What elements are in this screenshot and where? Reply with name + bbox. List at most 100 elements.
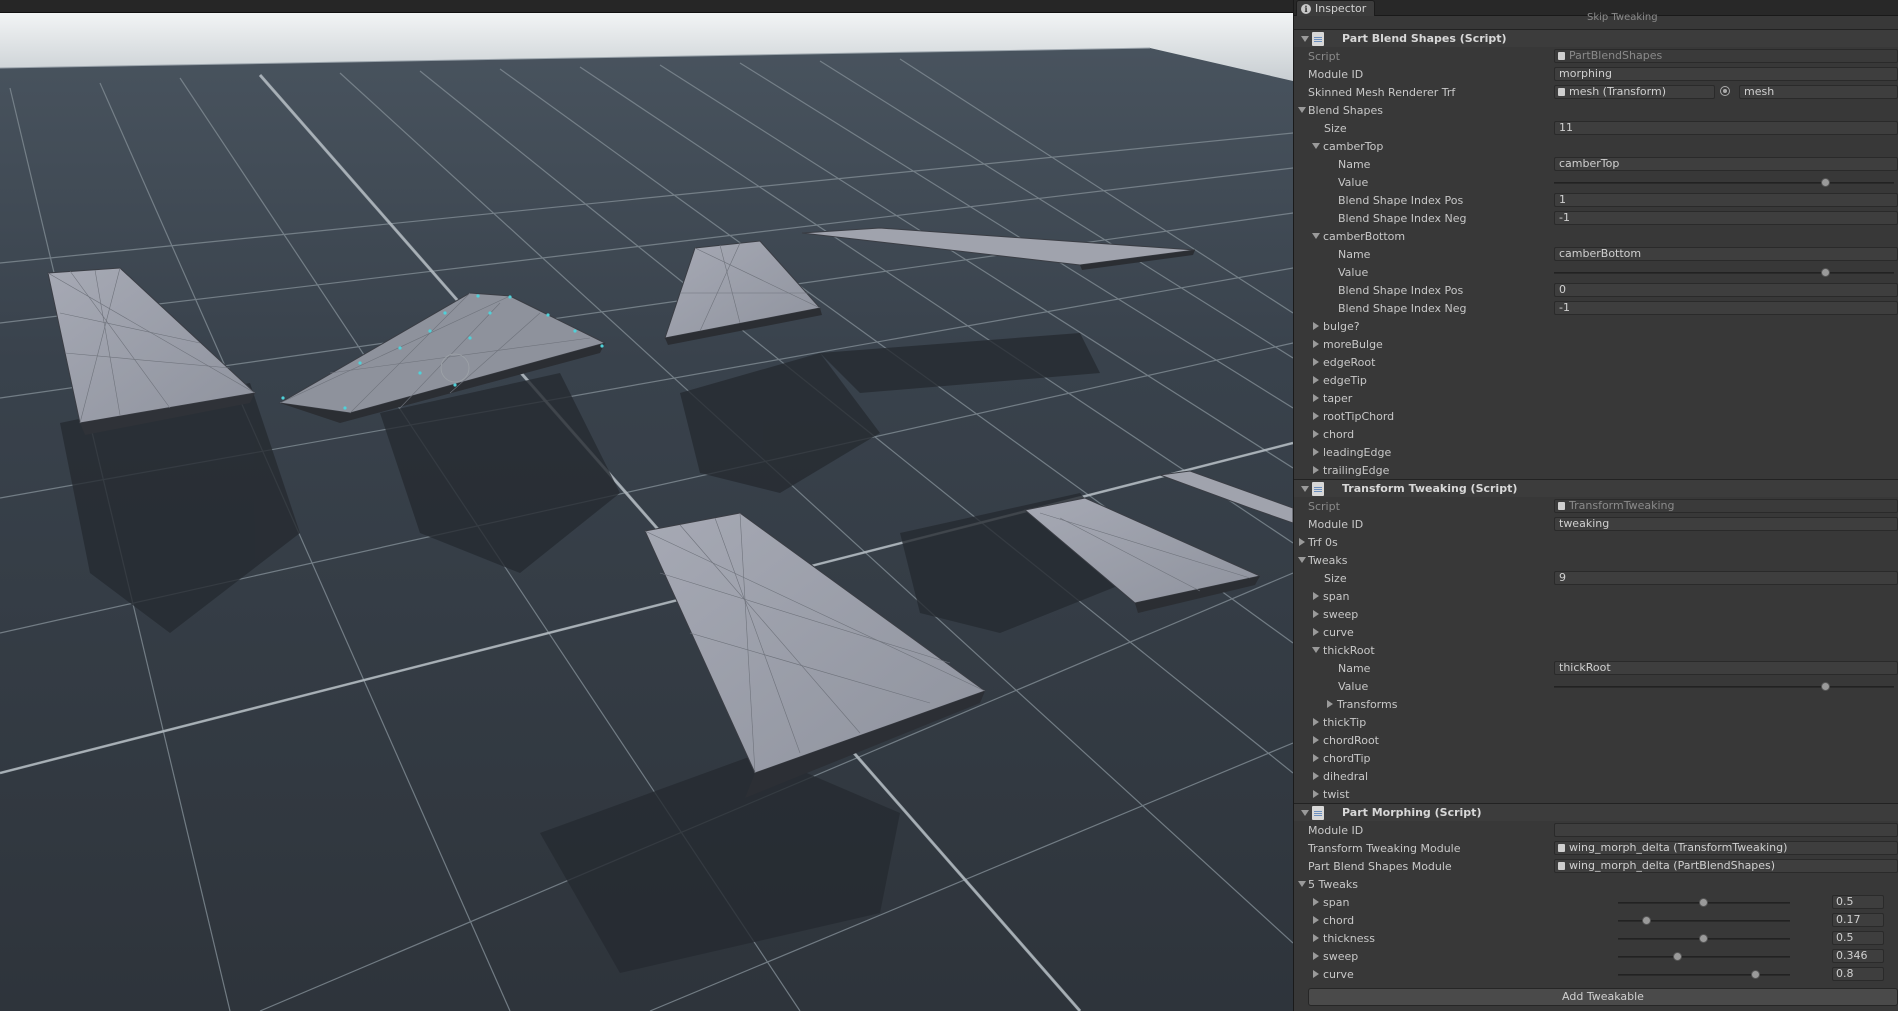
foldout-arrow-icon[interactable] [1313, 340, 1319, 348]
module-id-field[interactable]: morphing [1554, 67, 1898, 81]
foldout-arrow-icon[interactable] [1313, 934, 1319, 942]
blend-shapes-row[interactable]: Blend Shapes [1294, 101, 1898, 119]
skinned-mesh-field-2[interactable]: mesh [1739, 85, 1898, 99]
index-neg-field[interactable]: -1 [1554, 211, 1898, 225]
foldout-arrow-icon[interactable] [1313, 916, 1319, 924]
tweak-item[interactable]: curve [1294, 623, 1898, 641]
blend-shape-item[interactable]: moreBulge [1294, 335, 1898, 353]
foldout-arrow-icon[interactable] [1312, 647, 1320, 653]
foldout-arrow-icon[interactable] [1313, 430, 1319, 438]
size-field[interactable]: 9 [1554, 571, 1898, 585]
foldout-arrow-icon[interactable] [1313, 592, 1319, 600]
foldout-arrow-icon[interactable] [1313, 412, 1319, 420]
foldout-arrow-icon[interactable] [1313, 358, 1319, 366]
morph-tweak-slider-thumb[interactable] [1699, 934, 1708, 943]
blend-shape-item[interactable]: trailingEdge [1294, 461, 1898, 479]
morph-tweak-slider-thumb[interactable] [1642, 916, 1652, 925]
index-pos-field[interactable]: 1 [1554, 193, 1898, 207]
foldout-arrow-icon[interactable] [1301, 36, 1309, 42]
foldout-arrow-icon[interactable] [1312, 143, 1320, 149]
value-slider-thumb[interactable] [1821, 268, 1830, 277]
foldout-arrow-icon[interactable] [1313, 322, 1319, 330]
foldout-arrow-icon[interactable] [1298, 107, 1306, 113]
tweak-item[interactable]: twist [1294, 785, 1898, 803]
foldout-arrow-icon[interactable] [1313, 790, 1319, 798]
module-id-field[interactable] [1554, 823, 1898, 837]
foldout-arrow-icon[interactable] [1313, 754, 1319, 762]
foldout-arrow-icon[interactable] [1301, 810, 1309, 816]
module-id-field[interactable]: tweaking [1554, 517, 1898, 531]
foldout-arrow-icon[interactable] [1313, 466, 1319, 474]
component-part-morphing-header[interactable]: Part Morphing (Script) [1294, 803, 1898, 821]
value-slider-thumb[interactable] [1821, 682, 1830, 691]
morph-tweak-value-field[interactable]: 0.5 [1832, 931, 1884, 945]
blend-shape-item[interactable]: camberBottom [1294, 227, 1898, 245]
foldout-arrow-icon[interactable] [1313, 628, 1319, 636]
blend-shape-item[interactable]: leadingEdge [1294, 443, 1898, 461]
transform-tweaking-module-field[interactable]: wing_morph_delta (TransformTweaking) [1554, 841, 1898, 855]
foldout-arrow-icon[interactable] [1313, 970, 1319, 978]
name-field[interactable]: camberTop [1554, 157, 1898, 171]
foldout-arrow-icon[interactable] [1313, 448, 1319, 456]
blend-shape-item[interactable]: bulge? [1294, 317, 1898, 335]
tweak-item[interactable]: thickRoot [1294, 641, 1898, 659]
morph-tweak-value-field[interactable]: 0.5 [1832, 895, 1884, 909]
foldout-arrow-icon[interactable] [1313, 898, 1319, 906]
foldout-arrow-icon[interactable] [1327, 700, 1333, 708]
foldout-arrow-icon[interactable] [1313, 952, 1319, 960]
value-slider-track[interactable] [1554, 182, 1894, 184]
blend-shape-item[interactable]: rootTipChord [1294, 407, 1898, 425]
foldout-arrow-icon[interactable] [1299, 538, 1305, 546]
index-neg-field[interactable]: -1 [1554, 301, 1898, 315]
foldout-arrow-icon[interactable] [1298, 557, 1306, 563]
morph-tweak-value-field[interactable]: 0.17 [1832, 913, 1884, 927]
blend-shape-item[interactable]: edgeRoot [1294, 353, 1898, 371]
tweaks-row[interactable]: Tweaks [1294, 551, 1898, 569]
value-slider-thumb[interactable] [1821, 178, 1830, 187]
skinned-mesh-field[interactable]: mesh (Transform) [1554, 85, 1715, 99]
morph-tweak-value-field[interactable]: 0.346 [1832, 949, 1884, 963]
name-field[interactable]: camberBottom [1554, 247, 1898, 261]
morph-tweak-slider-track[interactable] [1618, 974, 1790, 976]
component-transform-tweaking-header[interactable]: Transform Tweaking (Script) [1294, 479, 1898, 497]
morph-tweaks-row[interactable]: 5 Tweaks [1294, 875, 1898, 893]
part-blend-shapes-module-field[interactable]: wing_morph_delta (PartBlendShapes) [1554, 859, 1898, 873]
component-part-blend-shapes-header[interactable]: Part Blend Shapes (Script) [1294, 29, 1898, 47]
foldout-arrow-icon[interactable] [1313, 718, 1319, 726]
add-tweakable-button[interactable]: Add Tweakable [1308, 988, 1898, 1006]
value-slider-track[interactable] [1554, 686, 1894, 688]
tweak-item[interactable]: span [1294, 587, 1898, 605]
tweak-item[interactable]: chordRoot [1294, 731, 1898, 749]
scene-viewport[interactable] [0, 13, 1293, 1011]
blend-shape-item[interactable]: taper [1294, 389, 1898, 407]
tweak-item[interactable]: chordTip [1294, 749, 1898, 767]
tweak-item[interactable]: thickTip [1294, 713, 1898, 731]
morph-tweak-slider-track[interactable] [1618, 956, 1790, 958]
morph-tweak-value-field[interactable]: 0.8 [1832, 967, 1884, 981]
transforms-row[interactable]: Transforms [1294, 695, 1898, 713]
foldout-arrow-icon[interactable] [1301, 486, 1309, 492]
blend-shape-item[interactable]: edgeTip [1294, 371, 1898, 389]
blend-shape-item[interactable]: camberTop [1294, 137, 1898, 155]
foldout-arrow-icon[interactable] [1298, 881, 1306, 887]
object-picker-icon[interactable] [1720, 86, 1730, 96]
morph-tweak-slider-thumb[interactable] [1699, 898, 1708, 907]
index-pos-field[interactable]: 0 [1554, 283, 1898, 297]
size-field[interactable]: 11 [1554, 121, 1898, 135]
value-slider-track[interactable] [1554, 272, 1894, 274]
foldout-arrow-icon[interactable] [1313, 610, 1319, 618]
tweak-item[interactable]: sweep [1294, 605, 1898, 623]
foldout-arrow-icon[interactable] [1313, 394, 1319, 402]
foldout-arrow-icon[interactable] [1313, 772, 1319, 780]
foldout-arrow-icon[interactable] [1313, 376, 1319, 384]
blend-shape-item[interactable]: chord [1294, 425, 1898, 443]
scene-view[interactable] [0, 0, 1293, 1011]
foldout-arrow-icon[interactable] [1312, 233, 1320, 239]
foldout-arrow-icon[interactable] [1313, 736, 1319, 744]
morph-tweak-slider-thumb[interactable] [1750, 970, 1760, 979]
tweak-item[interactable]: dihedral [1294, 767, 1898, 785]
trf0s-row[interactable]: Trf 0s [1294, 533, 1898, 551]
morph-tweak-slider-thumb[interactable] [1672, 952, 1682, 961]
tab-inspector[interactable]: i Inspector [1296, 0, 1376, 16]
name-field[interactable]: thickRoot [1554, 661, 1898, 675]
